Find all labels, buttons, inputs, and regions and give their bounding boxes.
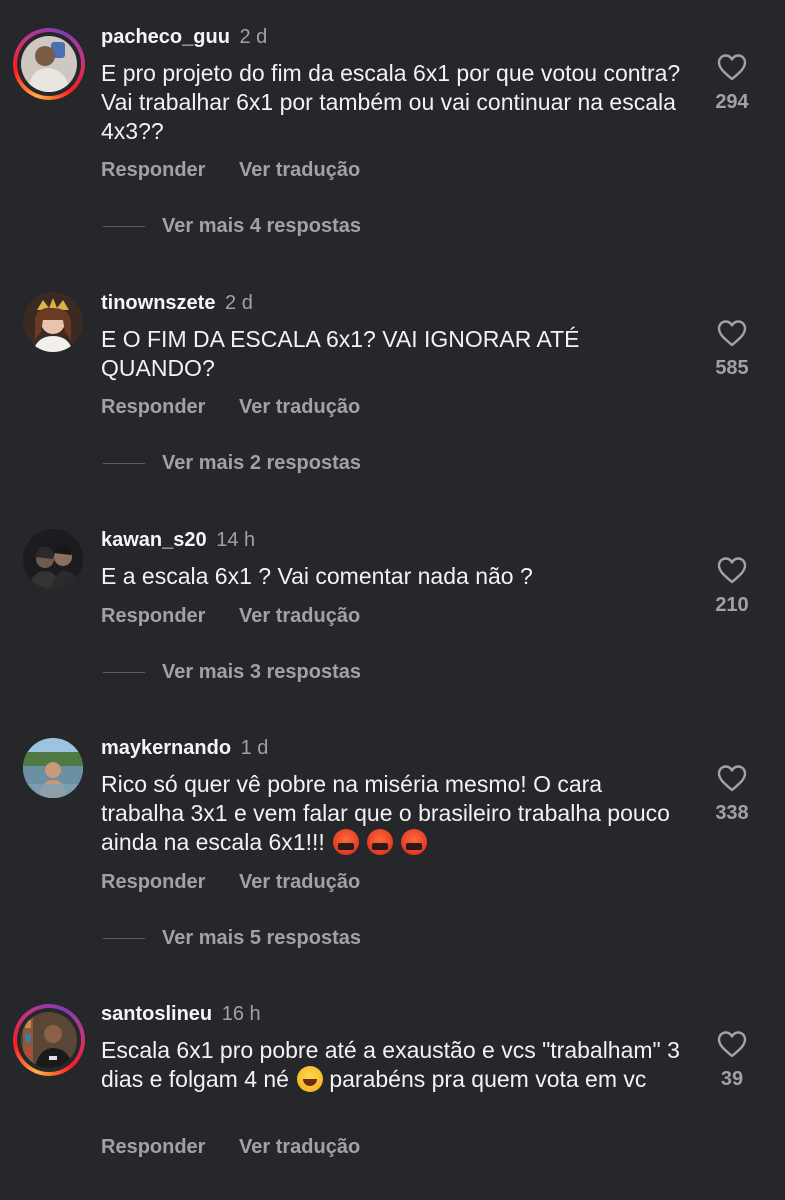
avatar-story-ring[interactable] [13, 28, 85, 100]
view-more-replies-button[interactable]: Ver mais 5 respostas [103, 926, 361, 950]
reply-button[interactable]: Responder [101, 159, 205, 181]
view-more-replies-button[interactable]: Ver mais 2 respostas [103, 451, 361, 475]
see-translation-button[interactable]: Ver tradução [239, 396, 360, 418]
like-count: 210 [715, 594, 749, 616]
comment-timestamp: 2 d [239, 26, 268, 48]
see-translation-button[interactable]: Ver tradução [239, 605, 360, 627]
comment-text: E a escala 6x1 ? Vai comentar nada não ? [101, 563, 533, 589]
replies-divider-line [103, 672, 145, 674]
avatar[interactable] [23, 292, 83, 352]
see-translation-button[interactable]: Ver tradução [239, 1136, 360, 1158]
like-count: 338 [715, 802, 749, 824]
comment-username[interactable]: maykernando [101, 737, 231, 759]
heart-outline-icon[interactable] [716, 318, 748, 348]
view-more-replies-label: Ver mais 3 respostas [162, 661, 362, 683]
angry-face-emoji [400, 829, 427, 855]
replies-divider-line [103, 226, 145, 228]
replies-divider-line [103, 938, 145, 940]
view-more-replies-label: Ver mais 2 respostas [162, 452, 362, 474]
comment-timestamp: 16 h [221, 1003, 261, 1025]
comment-timestamp: 14 h [216, 529, 256, 551]
reply-button[interactable]: Responder [101, 605, 205, 627]
comment-text: Escala 6x1 pro pobre até a exaustão e vc… [101, 1036, 681, 1094]
avatar-wrapper[interactable] [23, 529, 85, 591]
like-count: 294 [715, 91, 749, 113]
comment-text: E O FIM DA ESCALA 6x1? VAI IGNORAR ATÉ Q… [101, 326, 580, 381]
comment-text: E pro projeto do fim da escala 6x1 por q… [101, 60, 681, 144]
comment-timestamp: 1 d [240, 737, 269, 759]
reply-button[interactable]: Responder [101, 1136, 205, 1158]
comment-text: Rico só quer vê pobre na miséria mesmo! … [101, 770, 681, 857]
see-translation-button[interactable]: Ver tradução [239, 159, 360, 181]
avatar-story-ring[interactable] [13, 1004, 85, 1076]
comment-username[interactable]: tinownszete [101, 292, 215, 314]
avatar[interactable] [21, 36, 77, 92]
avatar[interactable] [23, 738, 83, 798]
heart-outline-icon[interactable] [716, 763, 748, 793]
angry-face-emoji [366, 829, 393, 855]
reply-button[interactable]: Responder [101, 871, 205, 893]
avatar-wrapper[interactable] [23, 738, 85, 800]
heart-outline-icon[interactable] [716, 52, 748, 82]
avatar-wrapper[interactable] [23, 292, 85, 354]
like-count: 585 [715, 357, 749, 379]
angry-face-emoji [332, 829, 359, 855]
see-translation-button[interactable]: Ver tradução [239, 871, 360, 893]
view-more-replies-button[interactable]: Ver mais 4 respostas [103, 214, 361, 238]
view-more-replies-button[interactable]: Ver mais 3 respostas [103, 660, 361, 684]
view-more-replies-label: Ver mais 5 respostas [162, 927, 362, 949]
comment-username[interactable]: santoslineu [101, 1003, 212, 1025]
avatar[interactable] [21, 1012, 77, 1068]
heart-outline-icon[interactable] [716, 1029, 748, 1059]
heart-outline-icon[interactable] [716, 555, 748, 585]
avatar[interactable] [23, 529, 83, 589]
like-count: 39 [720, 1068, 744, 1090]
comment-timestamp: 2 d [225, 292, 253, 314]
view-more-replies-label: Ver mais 4 respostas [162, 215, 362, 237]
replies-divider-line [103, 463, 145, 465]
reply-button[interactable]: Responder [101, 396, 205, 418]
comment-text-body-tail: parabéns pra quem vota em vc [322, 1066, 647, 1092]
comment-username[interactable]: kawan_s20 [101, 529, 207, 551]
comment-username[interactable]: pacheco_guu [101, 26, 230, 48]
laughing-face-emoji [296, 1066, 323, 1092]
